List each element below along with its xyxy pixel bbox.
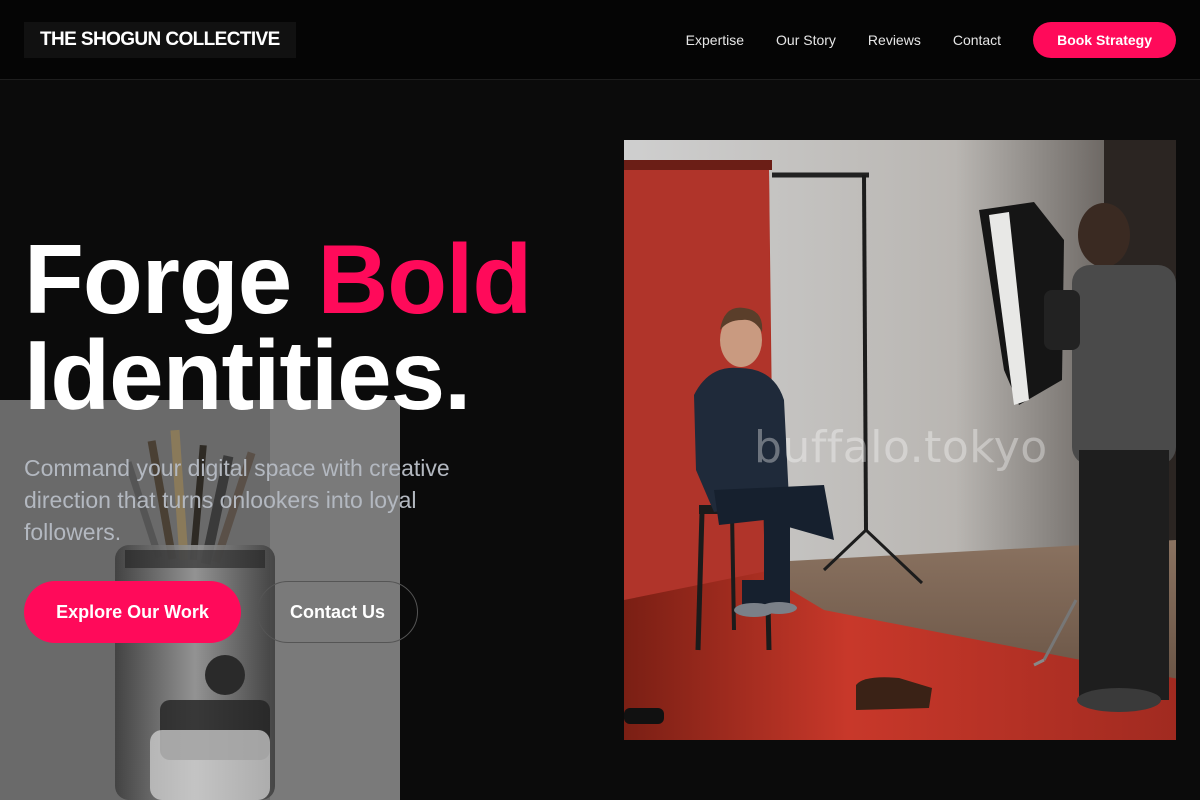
nav-link-reviews[interactable]: Reviews: [868, 32, 921, 48]
image-watermark: buffalo.tokyo: [754, 422, 1048, 473]
headline-accent-word: Bold: [317, 224, 532, 334]
site-header: THE SHOGUN COLLECTIVE Expertise Our Stor…: [0, 0, 1200, 80]
studio-photo: buffalo.tokyo: [624, 140, 1176, 740]
hero-subheading: Command your digital space with creative…: [24, 455, 450, 545]
hero-section: Forge Bold Identities. Command your digit…: [0, 81, 1200, 800]
book-strategy-button[interactable]: Book Strategy: [1033, 22, 1176, 58]
nav-link-contact[interactable]: Contact: [953, 32, 1001, 48]
hero-headline: Forge Bold Identities.: [24, 230, 532, 424]
main-nav: Expertise Our Story Reviews Contact Book…: [686, 22, 1176, 58]
headline-part-2: Identities.: [24, 320, 471, 430]
nav-link-our-story[interactable]: Our Story: [776, 32, 836, 48]
explore-work-button[interactable]: Explore Our Work: [24, 581, 241, 643]
headline-part-1: Forge: [24, 224, 318, 334]
brand-logo[interactable]: THE SHOGUN COLLECTIVE: [24, 22, 296, 58]
nav-link-expertise[interactable]: Expertise: [686, 32, 744, 48]
contact-us-button[interactable]: Contact Us: [257, 581, 418, 643]
